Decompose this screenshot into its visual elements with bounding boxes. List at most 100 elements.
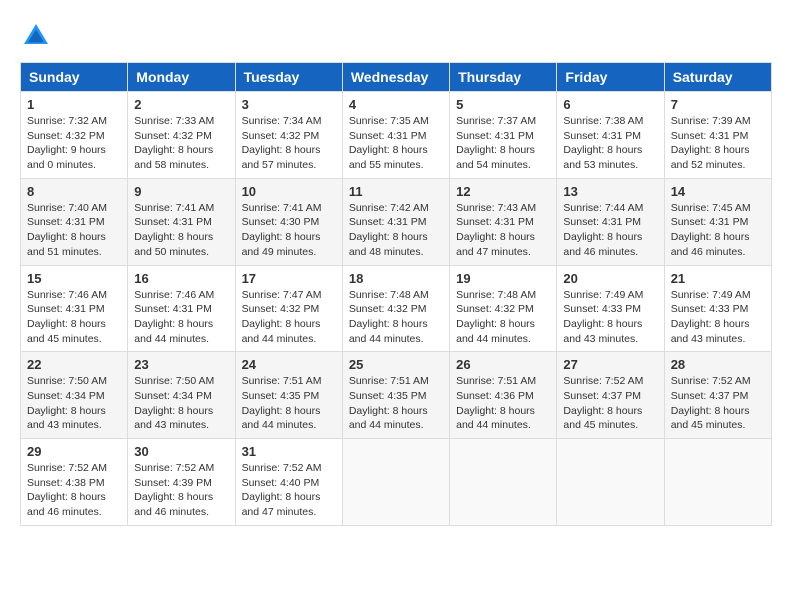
sunrise-text: Sunrise: 7:44 AM [563,202,643,214]
daylight-text: Daylight: 8 hours and 44 minutes. [349,405,428,432]
calendar-cell: 12 Sunrise: 7:43 AM Sunset: 4:31 PM Dayl… [450,178,557,265]
calendar-cell [342,439,449,526]
daylight-text: Daylight: 8 hours and 46 minutes. [671,231,750,258]
cell-info: Sunrise: 7:39 AM Sunset: 4:31 PM Dayligh… [671,114,765,173]
daylight-text: Daylight: 8 hours and 55 minutes. [349,144,428,171]
day-number: 17 [242,271,336,286]
day-number: 14 [671,184,765,199]
sunrise-text: Sunrise: 7:51 AM [456,375,536,387]
cell-info: Sunrise: 7:40 AM Sunset: 4:31 PM Dayligh… [27,201,121,260]
week-row-2: 8 Sunrise: 7:40 AM Sunset: 4:31 PM Dayli… [21,178,772,265]
calendar-cell: 18 Sunrise: 7:48 AM Sunset: 4:32 PM Dayl… [342,265,449,352]
sunset-text: Sunset: 4:31 PM [349,130,427,142]
sunrise-text: Sunrise: 7:39 AM [671,115,751,127]
cell-info: Sunrise: 7:52 AM Sunset: 4:39 PM Dayligh… [134,461,228,520]
day-number: 26 [456,357,550,372]
calendar-cell: 25 Sunrise: 7:51 AM Sunset: 4:35 PM Dayl… [342,352,449,439]
daylight-text: Daylight: 8 hours and 44 minutes. [134,318,213,345]
day-number: 4 [349,97,443,112]
sunrise-text: Sunrise: 7:34 AM [242,115,322,127]
sunrise-text: Sunrise: 7:52 AM [242,462,322,474]
sunset-text: Sunset: 4:34 PM [134,390,212,402]
sunset-text: Sunset: 4:37 PM [671,390,749,402]
sunrise-text: Sunrise: 7:37 AM [456,115,536,127]
daylight-text: Daylight: 8 hours and 46 minutes. [27,491,106,518]
calendar-cell: 4 Sunrise: 7:35 AM Sunset: 4:31 PM Dayli… [342,92,449,179]
calendar-cell: 30 Sunrise: 7:52 AM Sunset: 4:39 PM Dayl… [128,439,235,526]
calendar-cell: 2 Sunrise: 7:33 AM Sunset: 4:32 PM Dayli… [128,92,235,179]
sunrise-text: Sunrise: 7:48 AM [349,289,429,301]
day-number: 3 [242,97,336,112]
calendar-cell: 28 Sunrise: 7:52 AM Sunset: 4:37 PM Dayl… [664,352,771,439]
sunset-text: Sunset: 4:31 PM [349,216,427,228]
calendar-cell: 19 Sunrise: 7:48 AM Sunset: 4:32 PM Dayl… [450,265,557,352]
calendar-cell: 24 Sunrise: 7:51 AM Sunset: 4:35 PM Dayl… [235,352,342,439]
cell-info: Sunrise: 7:48 AM Sunset: 4:32 PM Dayligh… [456,288,550,347]
daylight-text: Daylight: 8 hours and 44 minutes. [456,318,535,345]
day-number: 10 [242,184,336,199]
daylight-text: Daylight: 8 hours and 54 minutes. [456,144,535,171]
calendar-cell: 14 Sunrise: 7:45 AM Sunset: 4:31 PM Dayl… [664,178,771,265]
day-number: 25 [349,357,443,372]
calendar-cell: 26 Sunrise: 7:51 AM Sunset: 4:36 PM Dayl… [450,352,557,439]
column-header-tuesday: Tuesday [235,63,342,92]
cell-info: Sunrise: 7:52 AM Sunset: 4:40 PM Dayligh… [242,461,336,520]
day-number: 28 [671,357,765,372]
sunset-text: Sunset: 4:32 PM [349,303,427,315]
sunset-text: Sunset: 4:31 PM [27,216,105,228]
header-row: SundayMondayTuesdayWednesdayThursdayFrid… [21,63,772,92]
cell-info: Sunrise: 7:51 AM Sunset: 4:35 PM Dayligh… [349,374,443,433]
day-number: 9 [134,184,228,199]
calendar-cell: 23 Sunrise: 7:50 AM Sunset: 4:34 PM Dayl… [128,352,235,439]
calendar-cell: 22 Sunrise: 7:50 AM Sunset: 4:34 PM Dayl… [21,352,128,439]
cell-info: Sunrise: 7:37 AM Sunset: 4:31 PM Dayligh… [456,114,550,173]
day-number: 19 [456,271,550,286]
daylight-text: Daylight: 8 hours and 44 minutes. [456,405,535,432]
daylight-text: Daylight: 9 hours and 0 minutes. [27,144,106,171]
sunrise-text: Sunrise: 7:52 AM [27,462,107,474]
sunrise-text: Sunrise: 7:33 AM [134,115,214,127]
sunrise-text: Sunrise: 7:49 AM [563,289,643,301]
header [20,20,772,52]
sunrise-text: Sunrise: 7:40 AM [27,202,107,214]
day-number: 23 [134,357,228,372]
cell-info: Sunrise: 7:51 AM Sunset: 4:36 PM Dayligh… [456,374,550,433]
daylight-text: Daylight: 8 hours and 44 minutes. [242,405,321,432]
calendar-cell: 17 Sunrise: 7:47 AM Sunset: 4:32 PM Dayl… [235,265,342,352]
sunrise-text: Sunrise: 7:41 AM [242,202,322,214]
day-number: 8 [27,184,121,199]
cell-info: Sunrise: 7:49 AM Sunset: 4:33 PM Dayligh… [563,288,657,347]
column-header-monday: Monday [128,63,235,92]
calendar-cell: 27 Sunrise: 7:52 AM Sunset: 4:37 PM Dayl… [557,352,664,439]
sunset-text: Sunset: 4:31 PM [671,130,749,142]
sunset-text: Sunset: 4:35 PM [242,390,320,402]
sunrise-text: Sunrise: 7:38 AM [563,115,643,127]
day-number: 12 [456,184,550,199]
sunset-text: Sunset: 4:36 PM [456,390,534,402]
cell-info: Sunrise: 7:32 AM Sunset: 4:32 PM Dayligh… [27,114,121,173]
sunrise-text: Sunrise: 7:43 AM [456,202,536,214]
column-header-friday: Friday [557,63,664,92]
sunset-text: Sunset: 4:31 PM [134,303,212,315]
daylight-text: Daylight: 8 hours and 48 minutes. [349,231,428,258]
calendar-cell: 21 Sunrise: 7:49 AM Sunset: 4:33 PM Dayl… [664,265,771,352]
calendar-cell: 16 Sunrise: 7:46 AM Sunset: 4:31 PM Dayl… [128,265,235,352]
cell-info: Sunrise: 7:52 AM Sunset: 4:37 PM Dayligh… [671,374,765,433]
day-number: 22 [27,357,121,372]
cell-info: Sunrise: 7:44 AM Sunset: 4:31 PM Dayligh… [563,201,657,260]
calendar-cell [664,439,771,526]
cell-info: Sunrise: 7:52 AM Sunset: 4:38 PM Dayligh… [27,461,121,520]
daylight-text: Daylight: 8 hours and 58 minutes. [134,144,213,171]
daylight-text: Daylight: 8 hours and 45 minutes. [563,405,642,432]
calendar-cell: 1 Sunrise: 7:32 AM Sunset: 4:32 PM Dayli… [21,92,128,179]
sunset-text: Sunset: 4:40 PM [242,477,320,489]
cell-info: Sunrise: 7:49 AM Sunset: 4:33 PM Dayligh… [671,288,765,347]
week-row-1: 1 Sunrise: 7:32 AM Sunset: 4:32 PM Dayli… [21,92,772,179]
day-number: 13 [563,184,657,199]
sunset-text: Sunset: 4:32 PM [134,130,212,142]
sunrise-text: Sunrise: 7:45 AM [671,202,751,214]
cell-info: Sunrise: 7:42 AM Sunset: 4:31 PM Dayligh… [349,201,443,260]
cell-info: Sunrise: 7:35 AM Sunset: 4:31 PM Dayligh… [349,114,443,173]
calendar-cell [557,439,664,526]
day-number: 5 [456,97,550,112]
